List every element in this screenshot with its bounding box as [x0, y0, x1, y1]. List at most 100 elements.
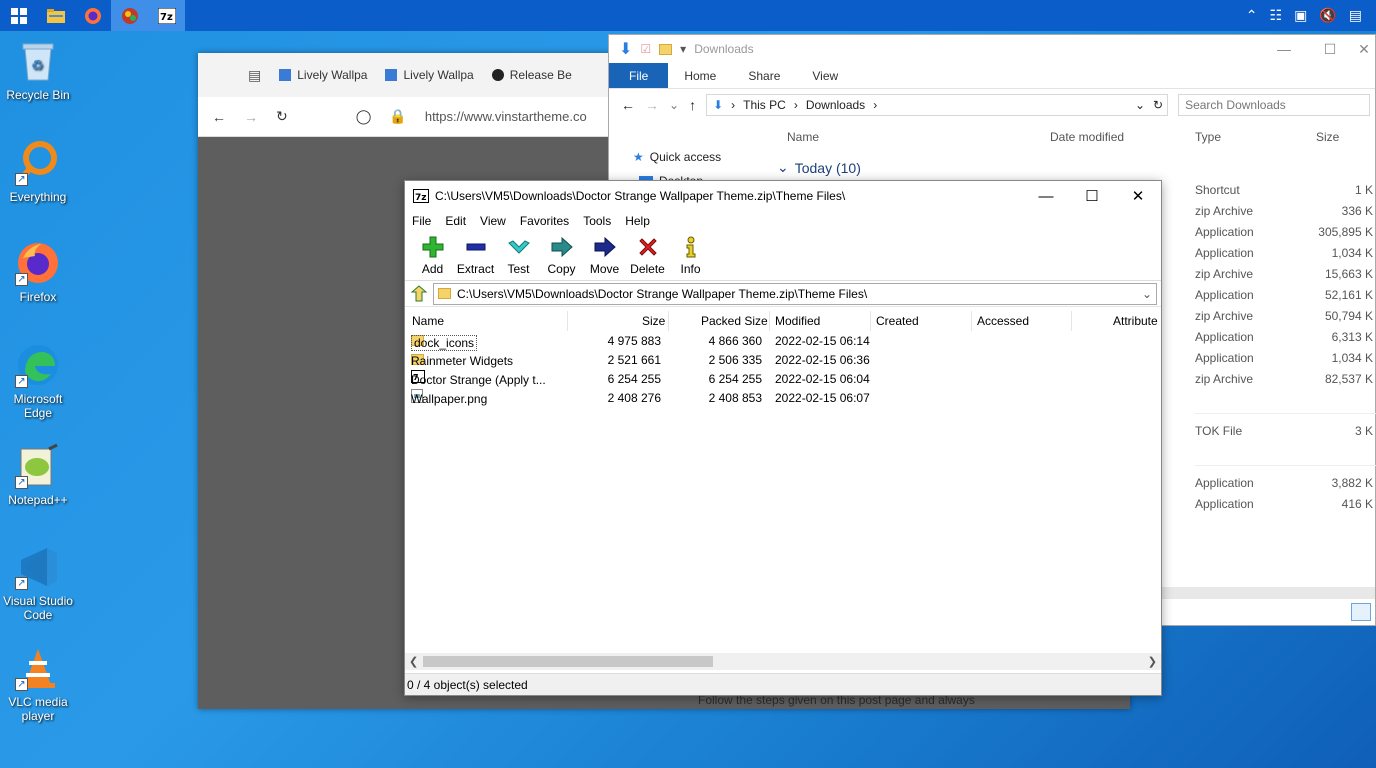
desktop-icon-everything[interactable]: ↗ Everything [0, 140, 76, 204]
scroll-left-icon[interactable]: ❮ [409, 655, 418, 668]
ribbon-tab-home[interactable]: Home [668, 63, 732, 88]
back-arrow-icon[interactable]: ← [212, 109, 226, 125]
column-type[interactable]: Type [1195, 130, 1221, 144]
browser-tab[interactable]: Release Be [491, 68, 572, 82]
network-icon[interactable]: ▣ [1294, 7, 1307, 24]
extract-button[interactable]: Extract [454, 236, 497, 276]
tab-overview-icon[interactable]: ▤ [248, 67, 261, 84]
menu-help[interactable]: Help [625, 214, 650, 228]
delete-button[interactable]: Delete [626, 236, 669, 276]
maximize-button[interactable]: ☐ [1307, 35, 1353, 63]
volume-muted-icon[interactable]: 🔇 [1319, 7, 1336, 24]
table-row[interactable]: Rainmeter Widgets 2 521 661 2 506 335 20… [405, 350, 1161, 369]
start-button[interactable] [0, 0, 37, 31]
taskbar-firefox[interactable] [74, 0, 111, 31]
close-button[interactable]: ✕ [1115, 181, 1161, 211]
column-modified[interactable]: Modified [775, 314, 820, 328]
minimize-button[interactable]: — [1261, 35, 1307, 63]
desktop-icon-vscode[interactable]: ↗ Visual Studio Code [0, 544, 76, 622]
list-item[interactable]: zip Archive 82,537 K [1195, 372, 1376, 393]
up-arrow-icon[interactable]: ↑ [689, 97, 696, 113]
list-item[interactable]: Application 1,034 K [1195, 351, 1376, 372]
tab-label: Lively Wallpa [297, 68, 368, 82]
list-item[interactable]: zip Archive 15,663 K [1195, 267, 1376, 288]
search-input[interactable]: Search Downloads [1178, 94, 1371, 116]
back-arrow-icon[interactable]: ← [621, 97, 635, 113]
table-row[interactable]: dock_icons 4 975 883 4 866 360 2022-02-1… [405, 331, 1161, 351]
details-view-icon[interactable] [1351, 603, 1371, 621]
desktop-icon-microsoft-edge[interactable]: ↗ Microsoft Edge [0, 342, 76, 420]
list-item[interactable]: Application 3,882 K [1195, 476, 1376, 497]
up-folder-icon[interactable] [409, 284, 429, 304]
ribbon-tab-view[interactable]: View [796, 63, 854, 88]
ribbon-tab-file[interactable]: File [609, 63, 669, 88]
column-name[interactable]: Name [787, 130, 819, 144]
path-field[interactable]: C:\Users\VM5\Downloads\Doctor Strange Wa… [433, 282, 1157, 305]
copy-button[interactable]: Copy [540, 236, 583, 276]
column-size[interactable]: Size [1316, 130, 1339, 144]
list-item[interactable]: Application 6,313 K [1195, 330, 1376, 351]
chevron-up-icon[interactable]: ⌃ [1246, 7, 1258, 24]
url-field[interactable]: https://www.vinstartheme.co [425, 109, 587, 124]
menu-favorites[interactable]: Favorites [520, 214, 569, 228]
breadcrumb-this-pc[interactable]: This PC [743, 98, 786, 112]
horizontal-scrollbar[interactable]: ❮ ❯ [405, 653, 1161, 670]
menu-edit[interactable]: Edit [445, 214, 466, 228]
taskbar-7zip[interactable]: 7z [148, 0, 185, 31]
reload-icon[interactable]: ↻ [276, 108, 288, 125]
list-item[interactable]: zip Archive 50,794 K [1195, 309, 1376, 330]
notification-icon[interactable]: ▤ [1349, 7, 1362, 24]
desktop-icon-recycle-bin[interactable]: ♻ Recycle Bin [0, 38, 76, 102]
qat-dropdown-icon[interactable]: ▾ [680, 42, 686, 56]
scroll-right-icon[interactable]: ❯ [1148, 655, 1157, 668]
test-button[interactable]: Test [497, 236, 540, 276]
list-item[interactable]: Shortcut 1 K [1195, 183, 1376, 204]
browser-tab[interactable]: Lively Wallpa [279, 68, 367, 82]
forward-arrow-icon[interactable]: → [244, 109, 258, 125]
taskbar-lively-wallpaper[interactable] [111, 0, 148, 31]
menu-file[interactable]: File [412, 214, 431, 228]
ribbon-tab-share[interactable]: Share [732, 63, 796, 88]
nav-quick-access[interactable]: ★ Quick access [633, 145, 721, 169]
column-created[interactable]: Created [876, 314, 919, 328]
minimize-button[interactable]: — [1023, 181, 1069, 211]
shield-icon[interactable]: ◯ [356, 108, 372, 125]
table-row[interactable]: Wallpaper.png 2 408 276 2 408 853 2022-0… [405, 388, 1161, 407]
refresh-icon[interactable]: ↻ [1153, 98, 1163, 112]
column-size[interactable]: Size [642, 314, 665, 328]
forward-arrow-icon[interactable]: → [645, 97, 659, 113]
move-button[interactable]: Move [583, 236, 626, 276]
properties-check-icon[interactable]: ☑ [640, 42, 651, 56]
list-item[interactable]: Application 416 K [1195, 497, 1376, 518]
address-dropdown-icon[interactable]: ⌄ [1135, 98, 1145, 112]
taskbar-file-explorer[interactable] [37, 0, 74, 31]
wifi-icon[interactable]: ☷ [1270, 7, 1283, 24]
list-item[interactable]: zip Archive 336 K [1195, 204, 1376, 225]
list-item[interactable]: TOK File 3 K [1195, 424, 1376, 445]
column-date-modified[interactable]: Date modified [1050, 130, 1124, 144]
browser-tab[interactable]: Lively Wallpa [385, 68, 474, 82]
maximize-button[interactable]: ☐ [1069, 181, 1115, 211]
column-accessed[interactable]: Accessed [977, 314, 1029, 328]
menu-tools[interactable]: Tools [583, 214, 611, 228]
menu-view[interactable]: View [480, 214, 506, 228]
column-name[interactable]: Name [412, 314, 444, 328]
path-dropdown-icon[interactable]: ⌄ [1138, 287, 1156, 301]
list-item[interactable]: Application 305,895 K [1195, 225, 1376, 246]
address-field[interactable]: ⬇ › This PC › Downloads › ⌄ ↻ [706, 94, 1169, 116]
recent-dropdown-icon[interactable]: ⌄ [669, 98, 679, 112]
breadcrumb-downloads[interactable]: Downloads [806, 98, 865, 112]
list-item[interactable]: Application 52,161 K [1195, 288, 1376, 309]
scrollbar-thumb[interactable] [423, 656, 713, 667]
list-item[interactable]: Application 1,034 K [1195, 246, 1376, 267]
add-button[interactable]: Add [411, 236, 454, 276]
column-attributes[interactable]: Attribute [1113, 314, 1158, 328]
desktop-icon-notepadpp[interactable]: ↗ Notepad++ [0, 443, 76, 507]
desktop-icon-vlc[interactable]: ↗ VLC media player [0, 645, 76, 723]
info-button[interactable]: Info [669, 236, 712, 276]
group-header-today[interactable]: ⌄ Today (10) [777, 159, 861, 176]
desktop-icon-firefox[interactable]: ↗ Firefox [0, 240, 76, 304]
column-packed-size[interactable]: Packed Size [701, 314, 768, 328]
close-button[interactable]: ✕ [1353, 35, 1375, 63]
table-row[interactable]: 7 Doctor Strange (Apply t... 6 254 255 6 … [405, 369, 1161, 388]
